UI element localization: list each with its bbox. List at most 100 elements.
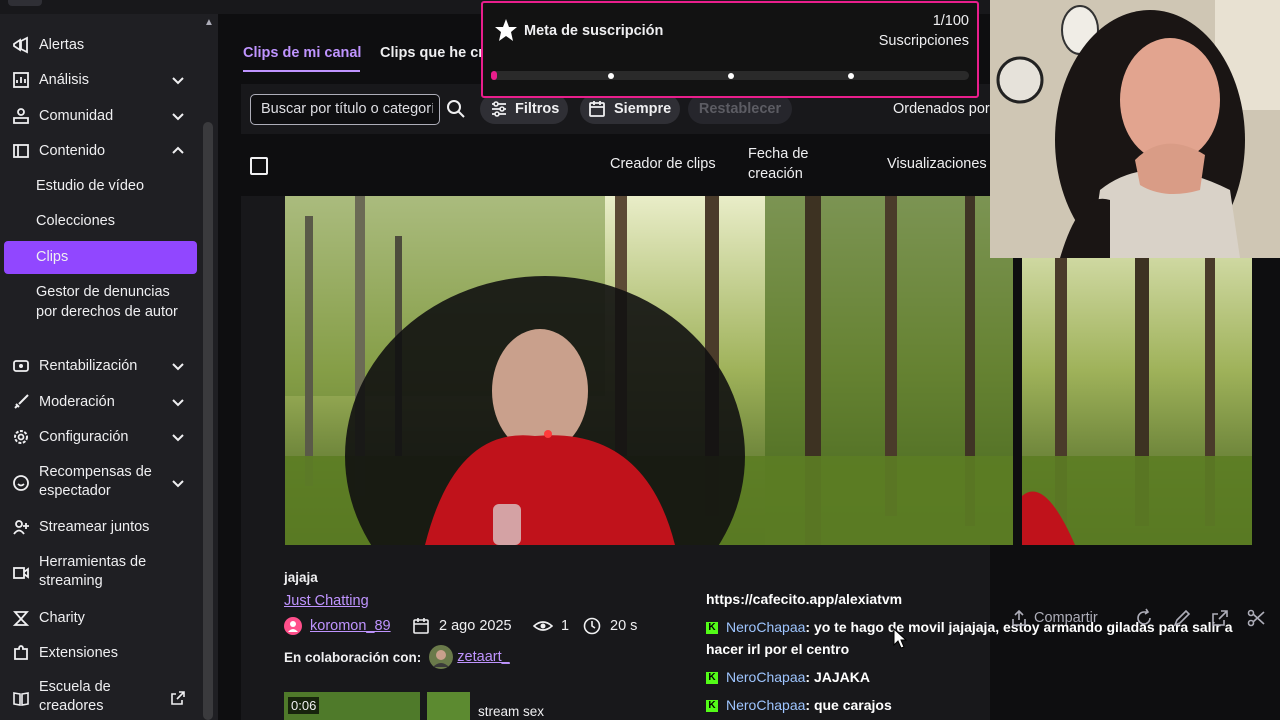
sidebar-subitem-label: Gestor de denuncias por derechos de auto…: [36, 284, 178, 320]
sidebar-subitem-estudio[interactable]: Estudio de vídeo: [4, 177, 197, 197]
clock-icon: [583, 617, 601, 635]
scissors-icon[interactable]: [1246, 608, 1266, 628]
share-button[interactable]: Compartir: [1034, 610, 1098, 626]
filter-icon: [492, 101, 506, 117]
goal-count: 1/100: [932, 13, 969, 29]
clip-date: 2 ago 2025: [412, 617, 512, 635]
collab-user-link[interactable]: zetaart_: [457, 649, 509, 665]
clip-views-value: 1: [561, 618, 570, 634]
sidebar-item-contenido[interactable]: Contenido: [0, 141, 200, 161]
clip-creator: koromon_89: [284, 617, 391, 635]
sidebar-item-label: Rentabilización: [39, 357, 138, 374]
next-clip-title[interactable]: stream sex: [478, 704, 544, 719]
select-all-checkbox[interactable]: [250, 157, 268, 175]
money-icon: [11, 356, 31, 376]
sidebar-item-alertas[interactable]: Alertas: [0, 35, 200, 55]
content-icon: [11, 141, 31, 161]
sort-dropdown[interactable]: Ordenados por: [893, 101, 990, 117]
sidebar-subitem-clips[interactable]: Clips: [4, 241, 197, 274]
sidebar-item-rentabilizacion[interactable]: Rentabilización: [0, 356, 200, 376]
sidebar-item-herramientas[interactable]: Herramientas de streaming: [0, 553, 200, 593]
next-clip-thumbnail[interactable]: 0:06: [284, 692, 420, 720]
column-views[interactable]: Visualizaciones: [887, 155, 987, 175]
reset-label: Restablecer: [698, 101, 782, 117]
external-link-icon: [171, 691, 185, 705]
sidebar-item-comunidad[interactable]: Comunidad: [0, 106, 200, 126]
chart-icon: [11, 70, 31, 90]
book-icon: [11, 688, 31, 708]
charity-icon: [11, 608, 31, 628]
sidebar-item-label: Configuración: [39, 428, 129, 445]
sidebar-subitem-colecciones[interactable]: Colecciones: [4, 212, 197, 232]
top-bar-button[interactable]: [8, 0, 42, 6]
chevron-down-icon: [172, 480, 184, 488]
external-link-icon[interactable]: [1210, 608, 1230, 628]
chevron-up-icon: [172, 146, 184, 154]
search-button[interactable]: [443, 94, 469, 124]
clip-title: jajaja: [284, 570, 318, 585]
search-field[interactable]: [250, 94, 440, 125]
community-icon: [11, 106, 31, 126]
reset-button[interactable]: Restablecer: [688, 94, 792, 124]
next-clip-thumbnail-secondary[interactable]: [427, 692, 470, 720]
camera-icon: [11, 563, 31, 583]
chevron-down-icon: [172, 363, 184, 371]
sidebar-item-label: Streamear juntos: [39, 518, 150, 535]
column-date[interactable]: Fecha de creación: [748, 145, 838, 184]
goal-milestone-dot: [608, 73, 614, 79]
sword-icon: [11, 392, 31, 412]
refresh-icon[interactable]: [1134, 608, 1154, 628]
kick-icon: K: [706, 672, 718, 685]
gear-icon: [11, 427, 31, 447]
chat-message: K NeroChapaa: JAJAKA: [706, 666, 1266, 688]
sidebar-item-label: Moderación: [39, 393, 115, 410]
goal-milestone-dot: [848, 73, 854, 79]
star-icon: [495, 19, 517, 41]
sidebar-item-extensiones[interactable]: Extensiones: [0, 643, 200, 663]
reward-icon: [11, 473, 31, 493]
next-clip-duration: 0:06: [288, 697, 320, 714]
users-plus-icon: [11, 517, 31, 537]
search-input[interactable]: [261, 99, 433, 119]
clip-category-link[interactable]: Just Chatting: [284, 593, 369, 609]
sidebar-item-label: Extensiones: [39, 644, 118, 661]
clip-views: 1: [533, 617, 569, 635]
chevron-down-icon: [172, 77, 184, 85]
goal-milestone-dot: [728, 73, 734, 79]
sidebar-item-label: Alertas: [39, 36, 85, 53]
scroll-up-arrow[interactable]: ▲: [203, 18, 215, 28]
tab-clips-mi-canal[interactable]: Clips de mi canal: [243, 45, 361, 61]
sidebar-item-label: Escuela de creadores: [39, 679, 111, 714]
sidebar-item-moderacion[interactable]: Moderación: [0, 392, 200, 412]
sidebar-item-configuracion[interactable]: Configuración: [0, 427, 200, 447]
tab-clips-que-he-creado[interactable]: Clips que he cr: [380, 45, 484, 61]
clip-duration-value: 20 s: [610, 618, 638, 634]
sidebar-item-escuela[interactable]: Escuela de creadores: [0, 678, 200, 718]
sidebar-subitem-label: Estudio de vídeo: [36, 178, 145, 194]
filters-button[interactable]: Filtros: [480, 94, 568, 124]
clip-creator-link[interactable]: koromon_89: [310, 618, 391, 634]
clip-actions: Compartir: [1000, 604, 1266, 632]
period-button[interactable]: Siempre: [580, 94, 680, 124]
chat-username: NeroChapaa: [726, 697, 806, 713]
kick-icon: K: [706, 700, 718, 713]
edit-icon[interactable]: [1172, 608, 1192, 628]
kick-icon: K: [706, 622, 718, 635]
calendar-icon: [589, 101, 605, 117]
sidebar-item-label: Análisis: [39, 71, 89, 88]
webcam-feed: [990, 0, 1280, 258]
column-creator[interactable]: Creador de clips: [610, 155, 716, 175]
sidebar-item-recompensas[interactable]: Recompensas de espectador: [0, 463, 200, 503]
sidebar-item-label: Recompensas de espectador: [39, 464, 152, 499]
sidebar-item-streamear[interactable]: Streamear juntos: [0, 517, 200, 537]
calendar-icon: [413, 618, 429, 634]
collab-avatar: [429, 645, 454, 669]
sidebar-item-analisis[interactable]: Análisis: [0, 70, 200, 90]
sidebar-scrollbar[interactable]: [203, 122, 213, 720]
sidebar-item-label: Charity: [39, 609, 85, 626]
sidebar-item-label: Contenido: [39, 142, 106, 159]
sidebar-item-label: Comunidad: [39, 107, 114, 124]
sidebar-subitem-gestor[interactable]: Gestor de denuncias por derechos de auto…: [4, 283, 197, 343]
sidebar-item-charity[interactable]: Charity: [0, 608, 200, 628]
clip-duration: 20 s: [583, 617, 637, 635]
